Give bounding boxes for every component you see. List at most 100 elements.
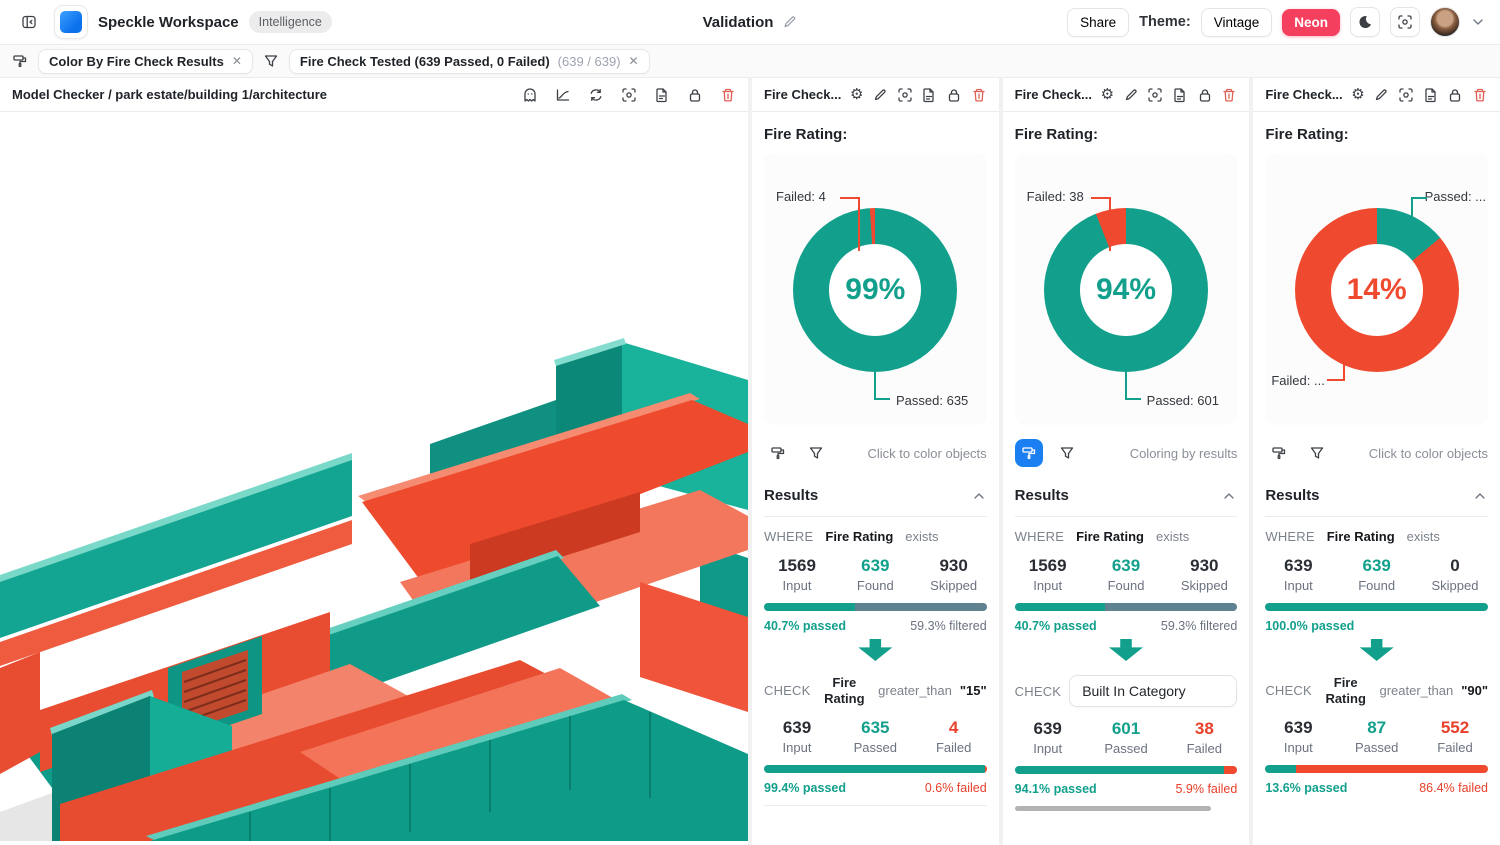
- check-keyword: CHECK: [764, 683, 811, 698]
- where-property: Fire Rating: [1076, 529, 1144, 544]
- color-objects-button[interactable]: [1015, 439, 1043, 467]
- pencil-icon: [872, 87, 888, 103]
- paint-roller-icon: [770, 445, 786, 461]
- delete-button[interactable]: [720, 87, 736, 103]
- chart-button[interactable]: [555, 87, 571, 103]
- edit-button[interactable]: [1123, 87, 1139, 103]
- lock-button[interactable]: [687, 87, 703, 103]
- edit-button[interactable]: [1373, 87, 1389, 103]
- intelligence-badge: Intelligence: [249, 11, 332, 33]
- data-file-button[interactable]: [921, 87, 937, 103]
- horizontal-scrollbar[interactable]: [1015, 806, 1211, 811]
- passed-callout-line: [1411, 197, 1427, 219]
- dark-mode-button[interactable]: [1350, 7, 1380, 37]
- zoom-fit-button[interactable]: [621, 87, 637, 103]
- donut-ring[interactable]: 14%: [1295, 208, 1459, 372]
- passed-pct-label: 13.6% passed: [1265, 781, 1347, 795]
- zoom-fit-button[interactable]: [1147, 87, 1163, 103]
- results-title: Results: [1265, 487, 1319, 504]
- stat-found: 639Found: [846, 556, 904, 593]
- stat-failed: 4Failed: [925, 718, 983, 755]
- check-progress-bar: [764, 765, 987, 773]
- where-keyword: WHERE: [1015, 529, 1064, 544]
- check-panel-3: Fire Check... ⚙ Fire Rating: 14% Passed:…: [1253, 78, 1500, 845]
- funnel-icon[interactable]: [263, 53, 279, 69]
- chevron-down-icon[interactable]: [1470, 14, 1486, 30]
- check-field-select[interactable]: Built In Category: [1069, 675, 1237, 707]
- data-file-button[interactable]: [654, 87, 670, 103]
- color-objects-button[interactable]: [1265, 439, 1293, 467]
- results-header[interactable]: Results: [1015, 477, 1238, 516]
- model-canvas[interactable]: [0, 112, 748, 845]
- filter-button[interactable]: [1303, 439, 1331, 467]
- trash-icon: [720, 87, 736, 103]
- top-header: Speckle Workspace Intelligence Validatio…: [0, 0, 1500, 45]
- donut-chart: 94% Failed: 38 Passed: 601: [1015, 153, 1238, 425]
- failed-pct-label: 86.4% failed: [1419, 781, 1488, 795]
- chip-label: Color By Fire Check Results: [49, 54, 224, 69]
- check-block: CHECK Built In Category 639Input 601Pass…: [1015, 671, 1238, 821]
- failed-pct-label: 5.9% failed: [1175, 782, 1237, 796]
- stat-input: 639Input: [1269, 718, 1327, 755]
- where-property: Fire Rating: [825, 529, 893, 544]
- filter-button[interactable]: [1053, 439, 1081, 467]
- settings-gear-icon[interactable]: ⚙: [1351, 87, 1364, 102]
- passed-pct-label: 40.7% passed: [764, 619, 846, 633]
- results-header[interactable]: Results: [1265, 477, 1488, 516]
- paint-roller-icon: [1271, 445, 1287, 461]
- rating-heading: Fire Rating:: [1015, 126, 1238, 143]
- zoom-fit-button[interactable]: [897, 87, 913, 103]
- sidebar-collapse-icon: [21, 14, 37, 30]
- edit-button[interactable]: [872, 87, 888, 103]
- chip-fire-check-tested[interactable]: Fire Check Tested (639 Passed, 0 Failed)…: [289, 49, 650, 74]
- trash-icon: [971, 87, 987, 103]
- lock-button[interactable]: [946, 87, 962, 103]
- theme-vintage-button[interactable]: Vintage: [1201, 8, 1273, 37]
- data-file-button[interactable]: [1172, 87, 1188, 103]
- theme-neon-button[interactable]: Neon: [1282, 9, 1340, 36]
- color-objects-button[interactable]: [764, 439, 792, 467]
- chip-color-by-fire-check[interactable]: Color By Fire Check Results ✕: [38, 49, 253, 74]
- data-file-button[interactable]: [1423, 87, 1439, 103]
- chevron-up-icon[interactable]: [971, 488, 987, 504]
- donut-ring[interactable]: 94%: [1044, 208, 1208, 372]
- check-panel-2: Fire Check... ⚙ Fire Rating: 94% Failed:…: [1003, 78, 1250, 845]
- refresh-view-button[interactable]: [588, 87, 604, 103]
- stat-input: 639Input: [1269, 556, 1327, 593]
- check-keyword: CHECK: [1015, 684, 1062, 699]
- scan-icon: [621, 87, 637, 103]
- passed-pct-label: 99.4% passed: [764, 781, 846, 795]
- delete-button[interactable]: [1221, 87, 1237, 103]
- settings-gear-icon[interactable]: ⚙: [850, 87, 863, 102]
- donut-ring[interactable]: 99%: [793, 208, 957, 372]
- lock-button[interactable]: [1447, 87, 1463, 103]
- chevron-up-icon[interactable]: [1221, 488, 1237, 504]
- sidebar-collapse-button[interactable]: [14, 7, 44, 37]
- isolate-button[interactable]: [522, 87, 538, 103]
- donut-chart: 14% Passed: ... Failed: ...: [1265, 153, 1488, 425]
- stat-input: 1569Input: [768, 556, 826, 593]
- chip-close-icon[interactable]: ✕: [232, 54, 242, 68]
- lock-icon: [946, 87, 962, 103]
- zoom-fit-button[interactable]: [1398, 87, 1414, 103]
- filter-button[interactable]: [802, 439, 830, 467]
- panel-title: Fire Check...: [1265, 87, 1342, 102]
- chevron-up-icon[interactable]: [1472, 488, 1488, 504]
- lock-button[interactable]: [1197, 87, 1213, 103]
- results-header[interactable]: Results: [764, 477, 987, 516]
- edit-title-icon[interactable]: [781, 14, 797, 30]
- settings-gear-icon[interactable]: ⚙: [1101, 87, 1114, 102]
- share-button[interactable]: Share: [1067, 8, 1129, 37]
- color-roller-icon[interactable]: [12, 53, 28, 69]
- delete-button[interactable]: [1472, 87, 1488, 103]
- cycle-arrows-icon: [588, 87, 604, 103]
- chip-close-icon[interactable]: ✕: [629, 54, 639, 68]
- focus-view-button[interactable]: [1390, 7, 1420, 37]
- stat-passed: 635Passed: [846, 718, 904, 755]
- delete-button[interactable]: [971, 87, 987, 103]
- chip-label: Fire Check Tested (639 Passed, 0 Failed): [300, 54, 550, 69]
- moon-icon: [1357, 14, 1373, 30]
- passed-pct-label: 40.7% passed: [1015, 619, 1097, 633]
- speckle-logo[interactable]: [54, 5, 88, 39]
- user-avatar[interactable]: [1430, 7, 1460, 37]
